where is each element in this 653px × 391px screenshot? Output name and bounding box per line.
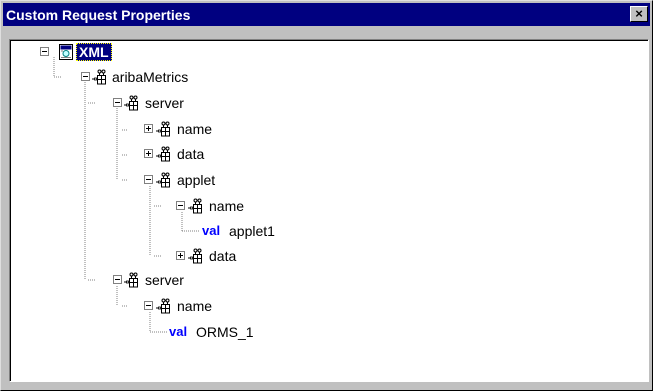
element-node-icon — [92, 69, 108, 85]
tree-node-value-text[interactable]: ORMS_1 — [196, 324, 254, 340]
tree-node-label[interactable]: name — [209, 198, 244, 214]
tree-node-label[interactable]: XML — [76, 43, 112, 61]
collapse-toggle[interactable] — [81, 72, 90, 81]
element-node-icon — [124, 95, 140, 111]
tree-node-label[interactable]: name — [177, 298, 212, 314]
window-title: Custom Request Properties — [6, 7, 191, 23]
element-node-icon — [156, 146, 172, 162]
collapse-toggle[interactable] — [113, 98, 122, 107]
collapse-toggle[interactable] — [113, 275, 122, 284]
value-keyword: val — [169, 324, 188, 339]
collapse-toggle[interactable] — [144, 175, 153, 184]
close-icon: × — [635, 6, 643, 21]
element-node-icon — [124, 272, 140, 288]
tree-connector-lines — [53, 57, 200, 333]
tree-node-label[interactable]: data — [209, 248, 236, 264]
expand-toggle[interactable] — [144, 149, 153, 158]
collapse-toggle[interactable] — [144, 301, 153, 310]
tree-node-label[interactable]: data — [177, 146, 204, 162]
xml-tree-view[interactable]: XML aribaMetrics server name data applet… — [9, 39, 649, 382]
element-node-icon — [156, 121, 172, 137]
tree-node-label[interactable]: server — [145, 272, 184, 288]
custom-request-properties-window: Custom Request Properties × XML aribaMet… — [0, 0, 653, 391]
collapse-toggle[interactable] — [176, 201, 185, 210]
collapse-toggle[interactable] — [40, 47, 49, 56]
tree-node-label[interactable]: server — [145, 95, 184, 111]
tree-node-value-text[interactable]: applet1 — [229, 223, 275, 239]
title-bar[interactable]: Custom Request Properties × — [3, 3, 650, 26]
value-keyword: val — [202, 223, 221, 238]
expand-toggle[interactable] — [176, 251, 185, 260]
tree-node-label[interactable]: aribaMetrics — [112, 69, 188, 85]
element-node-icon — [188, 198, 204, 214]
expand-toggle[interactable] — [144, 124, 153, 133]
element-node-icon — [188, 248, 204, 264]
tree-node-label[interactable]: name — [177, 121, 212, 137]
element-node-icon — [156, 298, 172, 314]
tree-node-label[interactable]: applet — [177, 172, 215, 188]
element-node-icon — [156, 172, 172, 188]
close-button[interactable]: × — [630, 6, 648, 22]
xml-document-icon — [58, 44, 74, 60]
